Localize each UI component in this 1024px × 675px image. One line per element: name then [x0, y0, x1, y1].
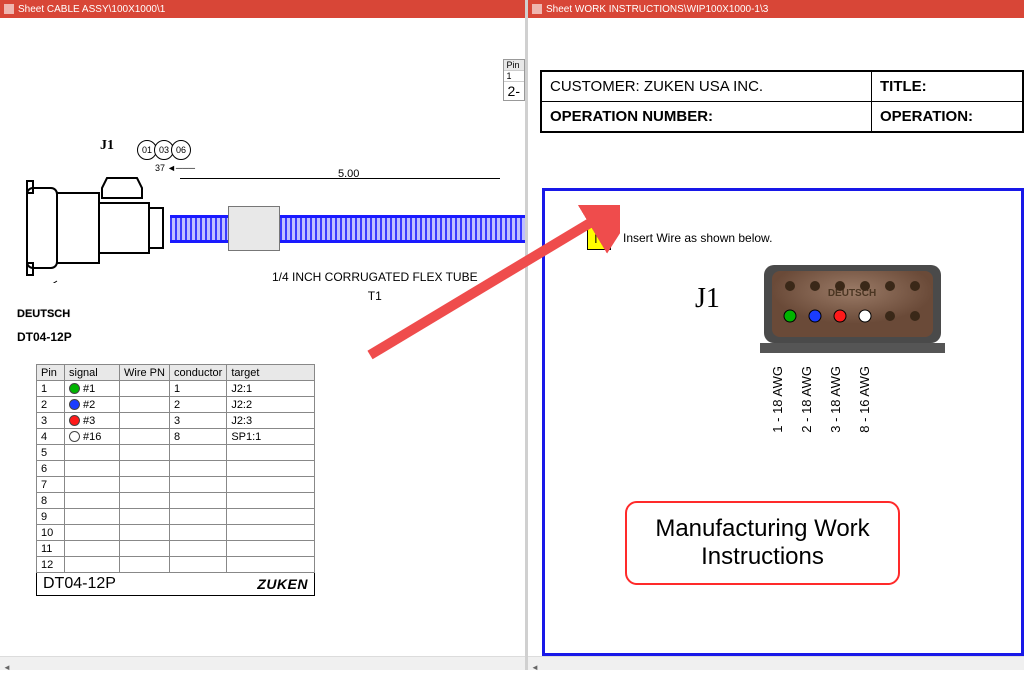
note-marker: N [587, 226, 611, 250]
table-row: 11 [37, 541, 315, 557]
partial-pin-header: Pin [504, 60, 524, 71]
right-sheet-titlebar[interactable]: Sheet WORK INSTRUCTIONS\WIP100X1000-1\3 [528, 0, 1024, 18]
deutsch-label: DEUTSCH [17, 308, 70, 320]
pin-table: PinsignalWire PNconductortarget 1 #11J2:… [36, 364, 315, 573]
svg-text:DEUTSCH: DEUTSCH [828, 288, 876, 299]
j1-connector-label: J1 [695, 283, 720, 315]
left-pane: Sheet CABLE ASSY\100X1000\1 Pin 1 2- J1 … [0, 0, 525, 670]
table-row: 6 [37, 461, 315, 477]
left-drawing-canvas[interactable]: Pin 1 2- J1 01 03 06 37◄─── 5.00 [0, 18, 525, 656]
left-sheet-title: Sheet CABLE ASSY\100X1000\1 [18, 4, 165, 15]
dimension-line [180, 178, 500, 179]
awg-1: 1 - 18 AWG [770, 366, 785, 433]
awg-3: 3 - 18 AWG [828, 366, 843, 433]
partial-pin-row2: 2- [504, 82, 524, 100]
pin-table-header: signal [65, 365, 120, 381]
wire-color-icon [69, 415, 80, 426]
customer-cell: CUSTOMER: ZUKEN USA INC. [542, 72, 872, 101]
note-text: Insert Wire as shown below. [623, 231, 772, 245]
partial-pin-box: Pin 1 2- [503, 59, 525, 101]
dt04-label: DT04-12P [17, 330, 72, 344]
connector-j1-drawing [22, 173, 167, 283]
table-row: 10 [37, 525, 315, 541]
right-sheet-title: Sheet WORK INSTRUCTIONS\WIP100X1000-1\3 [546, 4, 768, 15]
pin-table-header: Pin [37, 365, 65, 381]
awg-2: 2 - 18 AWG [799, 366, 814, 433]
scroll-left-icon[interactable]: ◄ [528, 661, 542, 675]
tube-label: 1/4 INCH CORRUGATED FLEX TUBE T1 [272, 268, 478, 306]
footer-part-number: DT04-12P [43, 575, 116, 593]
pin-table-header: target [227, 365, 315, 381]
j1-label: J1 [100, 138, 114, 154]
table-row: 2 #22J2:2 [37, 397, 315, 413]
right-pane: Sheet WORK INSTRUCTIONS\WIP100X1000-1\3 … [528, 0, 1024, 670]
work-instruction-frame: N Insert Wire as shown below. J1 DEUTSCH [542, 188, 1024, 656]
app-logo-icon [4, 4, 14, 14]
callout-manufacturing: Manufacturing Work Instructions [625, 501, 900, 585]
table-row: 8 [37, 493, 315, 509]
pin-table-header: conductor [170, 365, 227, 381]
table-row: 7 [37, 477, 315, 493]
flex-tube [170, 215, 525, 243]
table-row: 9 [37, 509, 315, 525]
left-sheet-titlebar[interactable]: Sheet CABLE ASSY\100X1000\1 [0, 0, 525, 18]
right-horizontal-scrollbar[interactable]: ◄ [528, 656, 1024, 670]
balloon-group: 01 03 06 [140, 140, 191, 160]
wire-color-icon [69, 431, 80, 442]
app-logo-icon [532, 4, 542, 14]
right-drawing-canvas[interactable]: CUSTOMER: ZUKEN USA INC. TITLE: OPERATIO… [528, 18, 1024, 656]
pin-table-header: Wire PN [120, 365, 170, 381]
partial-pin-row1: 1 [504, 71, 524, 82]
zuken-logo: ZUKEN [257, 576, 308, 592]
connector-face-image: DEUTSCH [760, 261, 945, 356]
wire-color-icon [69, 399, 80, 410]
scroll-left-icon[interactable]: ◄ [0, 661, 14, 675]
left-horizontal-scrollbar[interactable]: ◄ [0, 656, 525, 670]
table-row: 1 #11J2:1 [37, 381, 315, 397]
awg-8: 8 - 16 AWG [857, 366, 872, 433]
table-row: 5 [37, 445, 315, 461]
balloon-06: 06 [171, 140, 191, 160]
wire-color-icon [69, 383, 80, 394]
work-instruction-title-block: CUSTOMER: ZUKEN USA INC. TITLE: OPERATIO… [540, 70, 1024, 133]
table-row: 4 #168SP1:1 [37, 429, 315, 445]
awg-labels: 1 - 18 AWG 2 - 18 AWG 3 - 18 AWG 8 - 16 … [770, 366, 1024, 433]
operation-number-cell: OPERATION NUMBER: [542, 102, 872, 131]
tube-ferrule [228, 206, 280, 251]
operation-cell: OPERATION: [872, 102, 1022, 131]
pin-table-footer: DT04-12P ZUKEN [36, 573, 315, 596]
dimension-37: 37◄─── [155, 163, 193, 173]
table-row: 12 [37, 557, 315, 573]
table-row: 3 #33J2:3 [37, 413, 315, 429]
title-cell: TITLE: [872, 72, 1022, 101]
